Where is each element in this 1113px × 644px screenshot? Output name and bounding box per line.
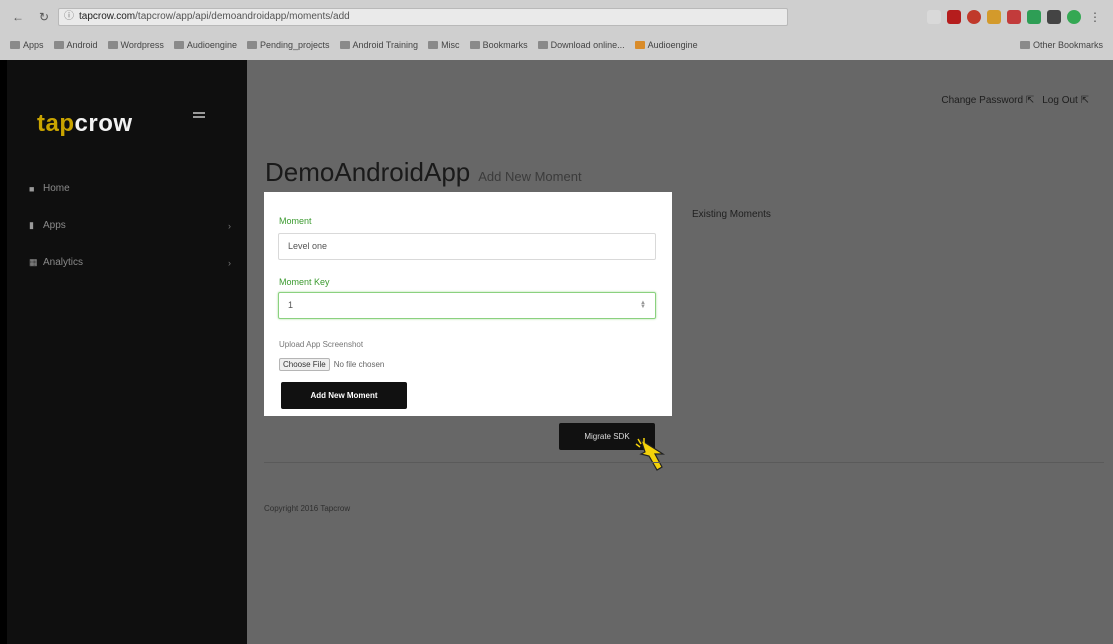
page-subtitle: Add New Moment (478, 169, 582, 184)
analytics-icon: ▦ (29, 257, 38, 267)
number-stepper-icon[interactable]: ▲ ▼ (640, 300, 647, 310)
sidebar: tapcrow ■ Home ▮ Apps › ▦ Analytics › (7, 60, 247, 644)
folder-icon (173, 41, 184, 49)
sidebar-item-label: Apps (43, 220, 66, 231)
bookmark-item[interactable]: Audioengine (173, 40, 237, 50)
folder-icon (246, 41, 257, 49)
logout-link[interactable]: Log Out ⇱ (1042, 95, 1089, 106)
page-icon (537, 41, 548, 49)
extension-circle-icon[interactable] (967, 10, 981, 24)
other-bookmarks[interactable]: Other Bookmarks (1019, 40, 1103, 50)
extension-icons: ⋮ (927, 9, 1103, 25)
apps-icon: ▮ (29, 220, 34, 230)
sidebar-item-apps[interactable]: ▮ Apps › (7, 207, 247, 244)
extension-orange-icon[interactable] (987, 10, 1001, 24)
folder-icon (339, 41, 350, 49)
chevron-right-icon: › (228, 220, 231, 231)
bookmark-item[interactable]: Apps (10, 40, 44, 50)
hamburger-menu-icon[interactable] (193, 112, 205, 120)
change-password-link[interactable]: Change Password ⇱ (941, 95, 1034, 106)
copyright-text: Copyright 2016 Tapcrow (264, 504, 351, 513)
menu-icon[interactable]: ⋮ (1087, 9, 1103, 25)
bookmark-item[interactable]: Audioengine (634, 40, 698, 50)
extension-green-icon[interactable] (1027, 10, 1041, 24)
info-icon: ⓘ (64, 11, 74, 22)
bookmark-icon (469, 41, 480, 49)
star-icon[interactable] (927, 10, 941, 24)
file-upload: Choose File No file chosen (279, 358, 384, 371)
browser-chrome: ← ↻ ⓘ tapcrow.com/tapcrow/app/api/demoan… (0, 0, 1113, 60)
url-bar[interactable]: ⓘ tapcrow.com/tapcrow/app/api/demoandroi… (58, 8, 788, 26)
logo[interactable]: tapcrow (37, 110, 133, 138)
sidebar-item-label: Home (43, 183, 70, 194)
existing-moments-label: Existing Moments (692, 209, 771, 220)
logout-icon: ⇱ (1080, 95, 1089, 106)
moment-key-label: Moment Key (279, 277, 330, 287)
bookmarks-bar: Apps Android Wordpress Audioengine Pendi… (0, 34, 1113, 56)
folder-icon (1019, 41, 1030, 49)
back-icon[interactable]: ← (10, 9, 26, 25)
apps-grid-icon (10, 41, 20, 49)
url-path: /tapcrow/app/api/demoandroidapp/moments/… (135, 11, 350, 22)
sidebar-item-home[interactable]: ■ Home (7, 170, 247, 207)
bookmark-item[interactable]: Download online... (537, 40, 625, 50)
home-icon: ■ (29, 183, 35, 194)
page-title: DemoAndroidApp Add New Moment (265, 157, 582, 188)
bookmark-item[interactable]: Bookmarks (469, 40, 528, 50)
no-file-text: No file chosen (333, 360, 385, 369)
bookmark-item[interactable]: Android Training (339, 40, 418, 50)
address-bar-row: ← ↻ ⓘ tapcrow.com/tapcrow/app/api/demoan… (0, 6, 1113, 28)
bookmark-item[interactable]: Android (53, 40, 98, 50)
sidebar-nav: ■ Home ▮ Apps › ▦ Analytics › (7, 170, 247, 281)
bookmark-item[interactable]: Pending_projects (246, 40, 330, 50)
add-moment-form: Moment Level one Moment Key 1 ▲ ▼ Upload … (264, 192, 672, 416)
url-host: tapcrow.com (79, 11, 136, 22)
add-new-moment-button[interactable]: Add New Moment (281, 382, 407, 409)
sidebar-item-analytics[interactable]: ▦ Analytics › (7, 244, 247, 281)
moment-key-input[interactable]: 1 ▲ ▼ (278, 292, 656, 319)
extension-grid-icon[interactable] (1007, 10, 1021, 24)
bookmark-item[interactable]: Wordpress (107, 40, 164, 50)
folder-icon (107, 41, 118, 49)
header-actions: Change Password ⇱ Log Out ⇱ (941, 95, 1089, 106)
main-content: Change Password ⇱ Log Out ⇱ DemoAndroidA… (247, 60, 1113, 644)
hand-cursor-icon (635, 438, 666, 471)
sidebar-item-label: Analytics (43, 257, 84, 268)
extension-drive-icon[interactable] (1067, 10, 1081, 24)
reload-icon[interactable]: ↻ (36, 9, 52, 25)
app-name: DemoAndroidApp (265, 157, 471, 187)
chevron-right-icon: › (228, 257, 231, 268)
extension-dark-icon[interactable] (1047, 10, 1061, 24)
audio-icon (634, 41, 645, 49)
export-icon: ⇱ (1025, 95, 1035, 106)
bookmark-item[interactable]: Misc (428, 40, 460, 50)
folder-icon (53, 41, 64, 49)
divider (264, 462, 1104, 463)
upload-label: Upload App Screenshot (279, 340, 364, 349)
extension-red-icon[interactable] (947, 10, 961, 24)
moment-label: Moment (279, 216, 312, 226)
folder-icon (428, 41, 439, 49)
choose-file-button[interactable]: Choose File (279, 358, 330, 371)
moment-input[interactable]: Level one (278, 233, 656, 260)
